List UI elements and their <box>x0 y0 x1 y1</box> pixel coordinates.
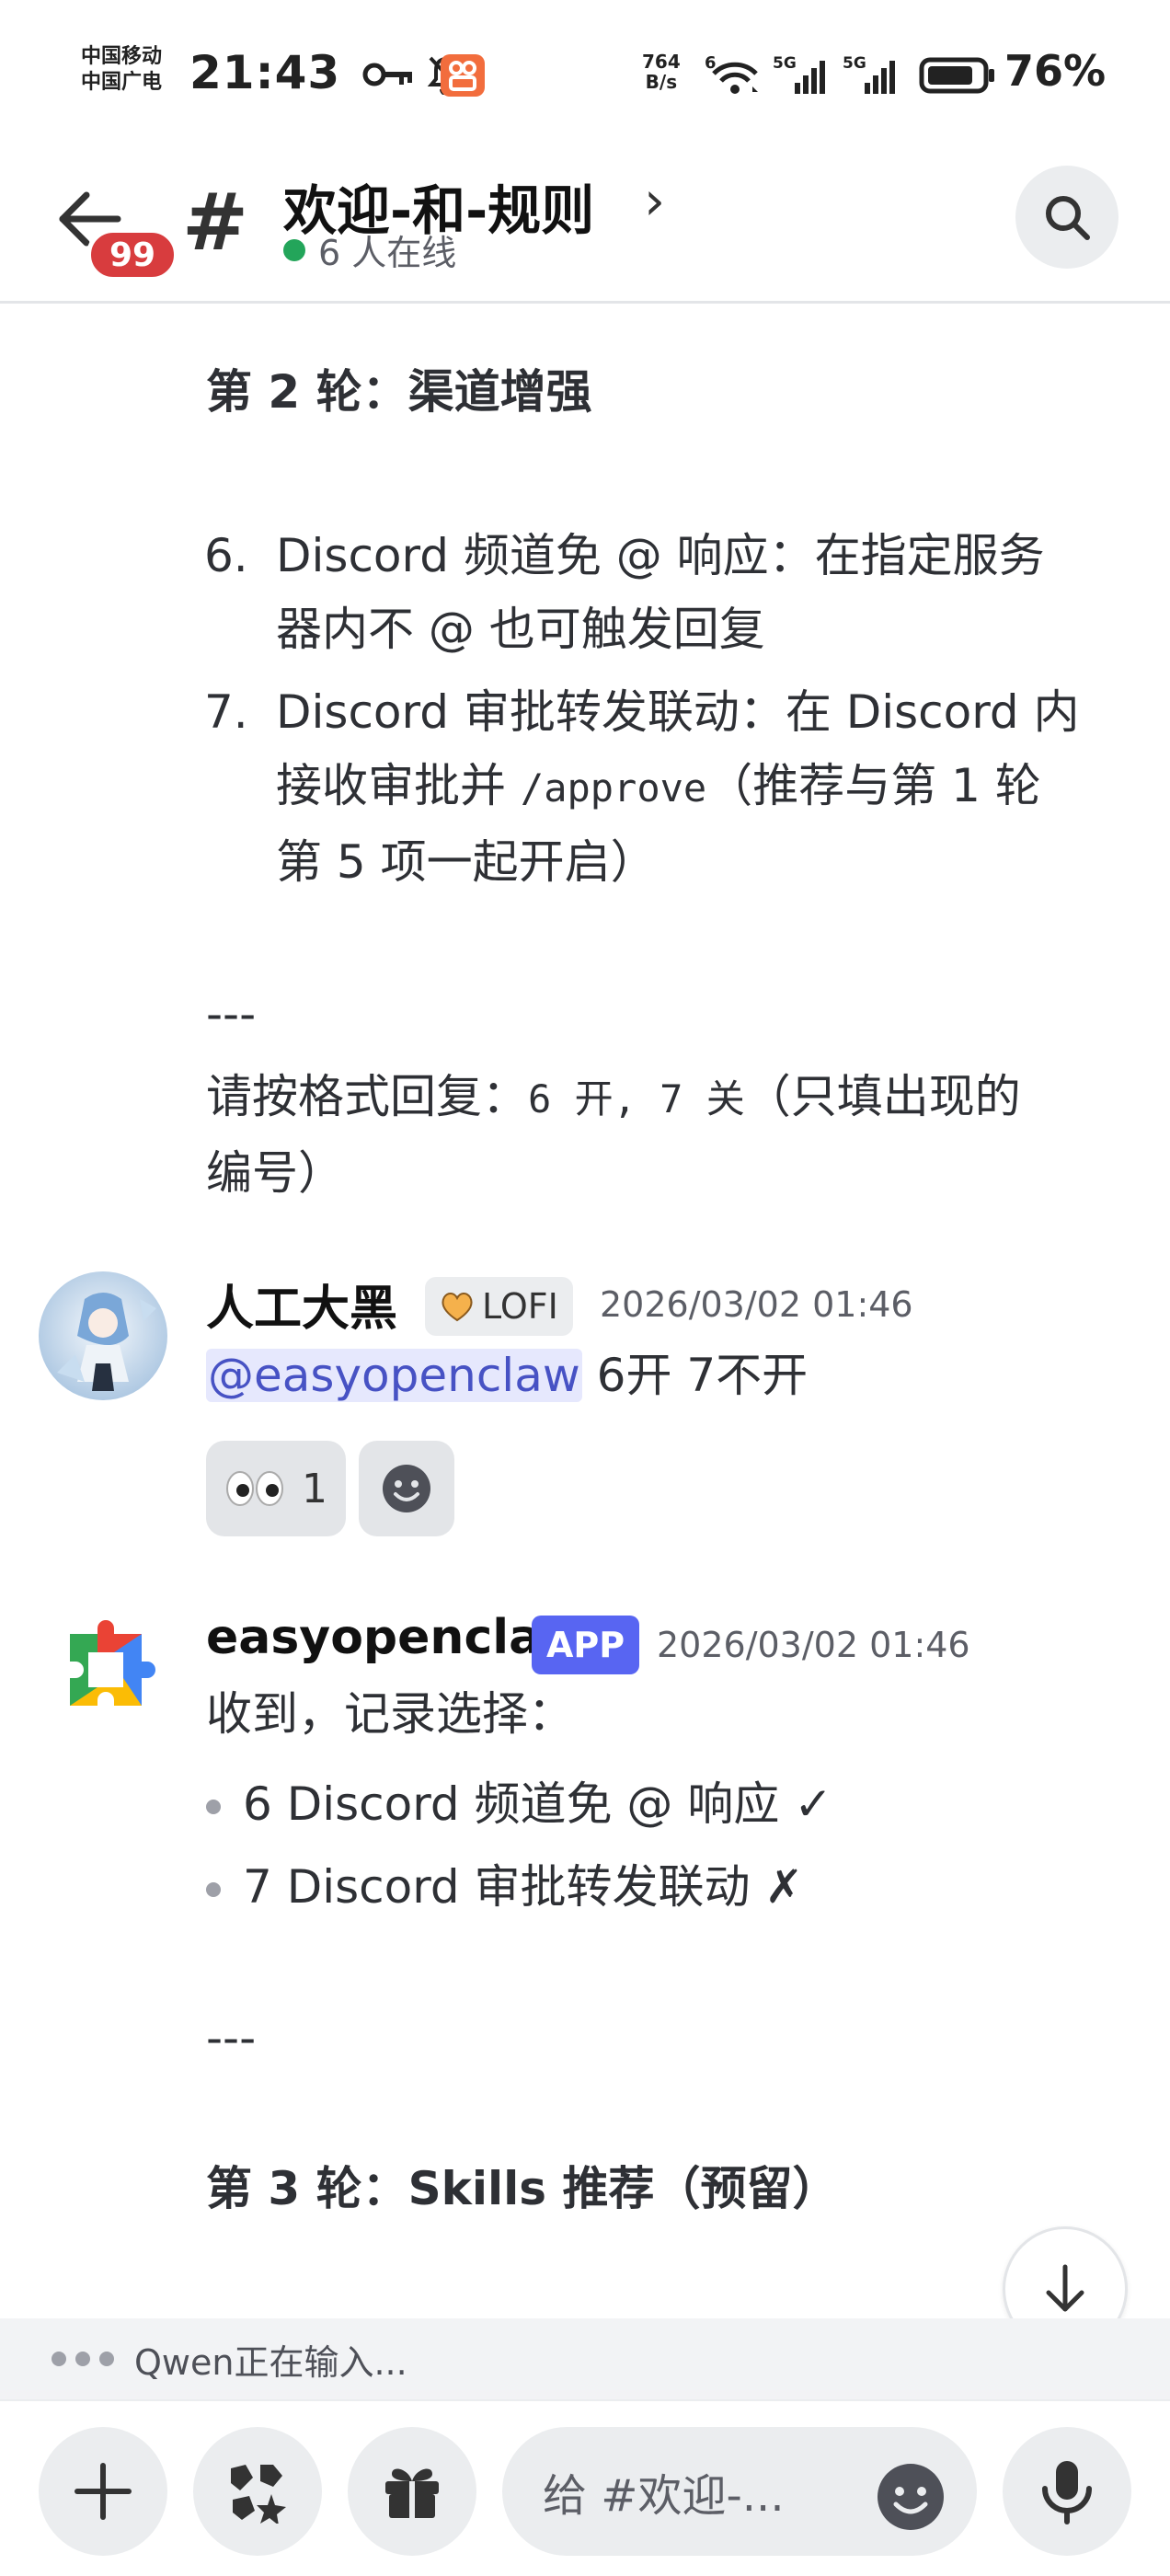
user-tag-label: LOFI <box>482 1286 558 1327</box>
online-count: 6 人在线 <box>318 233 457 273</box>
bullet-icon <box>206 1800 221 1814</box>
smiley-icon <box>878 2464 944 2530</box>
voice-button[interactable] <box>1003 2427 1131 2556</box>
search-button[interactable] <box>1015 166 1118 269</box>
unread-badge: 99 <box>86 228 178 282</box>
gift-button[interactable] <box>348 2427 476 2556</box>
message-timestamp: 2026/03/02 01:46 <box>657 1625 970 1665</box>
wifi-icon: 6 <box>703 52 767 98</box>
online-status: 6 人在线 <box>283 224 456 275</box>
signal-2-icon: 5G <box>841 52 905 98</box>
message-input-placeholder: 给 #欢迎-... <box>543 2470 785 2522</box>
separator: --- <box>206 2011 257 2064</box>
message-text: 6开 7不开 <box>581 1349 809 1402</box>
channel-header: 99 # 欢迎-和-规则 › 6 人在线 <box>0 147 1170 304</box>
message-author[interactable]: 人工大黑 <box>206 1270 397 1339</box>
typing-dots-icon <box>52 2352 114 2366</box>
net-speed-unit: B/s <box>645 71 678 93</box>
separator: --- <box>206 987 257 1041</box>
smiley-icon <box>383 1465 430 1512</box>
apps-icon <box>231 2465 286 2524</box>
app-notification-icon <box>440 52 486 98</box>
reply-prompt-text: 编号） <box>206 1146 344 1200</box>
list-text-part: （推荐与第 1 轮 <box>706 759 1041 812</box>
composer-bar: 给 #欢迎-... <box>0 2399 1170 2576</box>
round2-heading: 第 2 轮：渠道增强 <box>206 365 592 419</box>
inline-code: 6 开, 7 关 <box>528 1076 745 1121</box>
user-mention[interactable]: @easyopenclaw <box>206 1349 582 1402</box>
reply-prompt-text: 请按格式回复： <box>206 1070 528 1123</box>
battery-icon <box>918 52 997 98</box>
status-bar: 中国移动 中国广电 21:43 764 B/s 6 5G 5G 76% <box>0 0 1170 147</box>
list-number: 7. <box>204 685 248 739</box>
online-dot-icon <box>283 238 305 261</box>
avatar[interactable] <box>39 1271 167 1400</box>
message-timestamp: 2026/03/02 01:46 <box>600 1284 913 1325</box>
inline-code: /approve <box>520 765 707 811</box>
svg-text:5G: 5G <box>843 54 866 73</box>
carrier-info: 中国移动 中国广电 <box>81 44 162 96</box>
net-speed: 764 B/s <box>642 52 681 92</box>
carrier-line-2: 中国广电 <box>81 71 163 94</box>
list-text-line2: 接收审批并 /approve（推荐与第 1 轮 <box>276 749 1170 825</box>
add-reaction-button[interactable] <box>359 1441 454 1536</box>
list-text: 第 5 项一起开启） <box>276 835 657 889</box>
typing-text: Qwen正在输入... <box>134 2341 407 2383</box>
emoji-button[interactable] <box>876 2462 946 2532</box>
user-tag: LOFI <box>425 1277 573 1336</box>
bullet-text: 6 Discord 频道免 @ 响应 ✓ <box>243 1777 833 1831</box>
svg-text:5G: 5G <box>773 54 797 73</box>
carrier-line-1: 中国移动 <box>81 45 163 68</box>
clock: 21:43 <box>189 46 341 99</box>
key-icon <box>361 52 416 98</box>
add-attachment-button[interactable] <box>39 2427 167 2556</box>
message-text: 收到，记录选择： <box>206 1687 574 1741</box>
bullet-icon <box>206 1882 221 1897</box>
heart-icon <box>442 1293 473 1322</box>
puzzle-logo-icon <box>70 1620 155 1706</box>
battery-percent: 76% <box>1004 46 1107 96</box>
app-tag: APP <box>532 1616 640 1674</box>
apps-button[interactable] <box>193 2427 322 2556</box>
message-content: @easyopenclaw 6开 7不开 <box>206 1343 808 1408</box>
reply-prompt-text: （只填出现的 <box>744 1070 1021 1123</box>
reaction-eyes[interactable]: 1 <box>206 1441 346 1536</box>
signal-1-icon: 5G <box>771 52 835 98</box>
gift-icon <box>385 2468 439 2518</box>
svg-text:6: 6 <box>705 53 717 73</box>
round3-heading: 第 3 轮：Skills 推荐（预留） <box>206 2162 839 2215</box>
list-text-part: 接收审批并 <box>276 759 521 812</box>
bullet-text: 7 Discord 审批转发联动 ✗ <box>243 1860 804 1914</box>
eyes-icon <box>226 1471 283 1506</box>
message-list[interactable]: 第 2 轮：渠道增强 6. Discord 频道免 @ 响应：在指定服务 器内不… <box>0 304 1170 2318</box>
list-number: 6. <box>204 529 248 582</box>
bot-avatar[interactable] <box>52 1616 162 1726</box>
microphone-icon <box>1042 2461 1092 2524</box>
arrow-down-icon <box>1046 2264 1084 2312</box>
plus-icon <box>75 2463 132 2520</box>
list-text: Discord 频道免 @ 响应：在指定服务 <box>276 529 1045 582</box>
search-icon <box>1046 196 1090 240</box>
message-author[interactable]: easyopenclaw <box>206 1610 585 1665</box>
chevron-right-icon[interactable]: › <box>644 169 665 232</box>
reaction-count: 1 <box>302 1465 327 1512</box>
net-speed-value: 764 <box>642 51 681 73</box>
reply-prompt: 请按格式回复：6 开, 7 关（只填出现的 编号） <box>206 1060 1126 1210</box>
channel-hash-icon: # <box>182 177 249 269</box>
list-text: Discord 审批转发联动：在 Discord 内 <box>276 685 1080 739</box>
typing-indicator: Qwen正在输入... <box>0 2318 1170 2399</box>
list-text: 器内不 @ 也可触发回复 <box>276 603 765 656</box>
